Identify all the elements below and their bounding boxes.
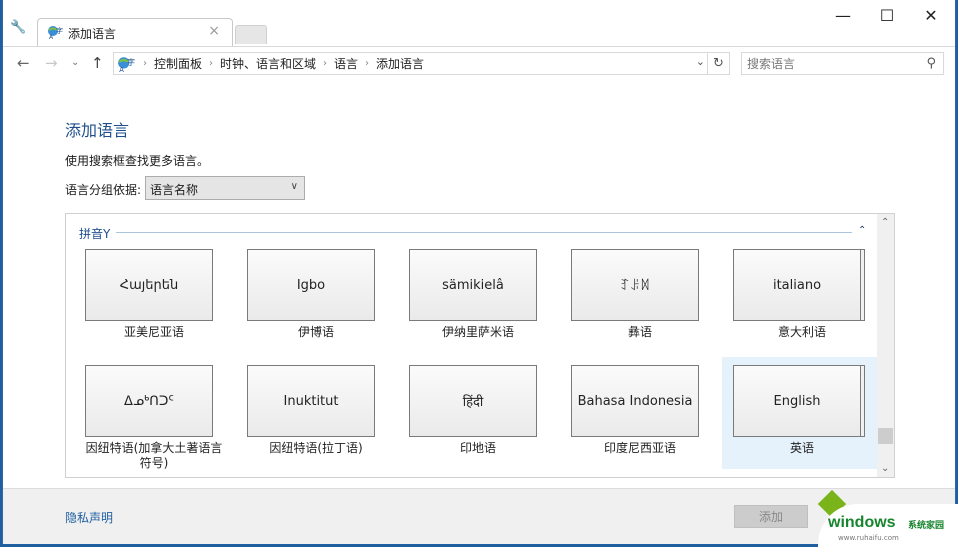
collapse-section-icon[interactable]: ⌃ [858, 225, 866, 236]
watermark-logo: windows 系统家园 www.ruhaifu.com [808, 489, 958, 547]
language-tile[interactable]: Bahasa Indonesia 印度尼西亚语 [566, 363, 728, 475]
language-native-name: Inuktitut [247, 365, 375, 437]
section-header: 拼音Y [79, 227, 111, 241]
language-tile[interactable]: Igbo 伊博语 [242, 247, 404, 359]
language-tile[interactable]: English 英语 [722, 357, 884, 469]
svg-text:A: A [119, 65, 124, 72]
language-native-name: sämikielâ [409, 249, 537, 321]
svg-text:字: 字 [127, 57, 135, 67]
language-name: 意大利语 [777, 325, 826, 339]
language-globe-icon: 字 A [48, 26, 63, 40]
tab-add-language[interactable]: 字 A 添加语言 × [37, 18, 233, 46]
language-tile[interactable]: Հայերեն 亚美尼亚语 [80, 247, 242, 359]
close-button[interactable]: ✕ [909, 0, 953, 30]
search-input[interactable] [747, 56, 917, 71]
group-by-value: 语言名称 [150, 183, 199, 197]
address-bar[interactable]: 字 A › 控制面板 › 时钟、语言和区域 › 语言 › 添加语言 ⌄ ↻ [113, 52, 730, 75]
group-by-dropdown[interactable]: 语言名称 ∨ [145, 176, 305, 200]
language-native-name: English [733, 365, 861, 437]
watermark-brand: windows [828, 514, 896, 531]
language-native-name: हिंदी [409, 365, 537, 437]
language-native-name: Հայերեն [85, 249, 213, 321]
add-button[interactable]: 添加 [734, 505, 808, 528]
breadcrumb-separator[interactable]: › [323, 58, 327, 69]
language-tile[interactable]: ꆈꌠꉙ 彝语 [566, 247, 728, 359]
language-name: 印地语 [459, 441, 496, 455]
scroll-down-icon[interactable]: ⌄ [881, 463, 889, 474]
language-tile[interactable]: हिंदी 印地语 [404, 363, 566, 475]
svg-text:字: 字 [56, 26, 63, 35]
control-panel-window: 🔧 字 A 添加语言 × — ☐ ✕ ← → ⌄ ↑ 字 A › 控制面板 › … [2, 0, 956, 544]
breadcrumb-separator[interactable]: › [365, 58, 369, 69]
language-name: 因纽特语(拉丁语) [269, 441, 363, 455]
navigation-bar: ← → ⌄ ↑ 字 A › 控制面板 › 时钟、语言和区域 › 语言 › 添加语… [3, 46, 955, 80]
language-native-name: Igbo [247, 249, 375, 321]
language-list: 拼音Y ⌃ Հայերեն 亚美尼亚语 Igbo 伊博语 sämikielâ 伊纳里萨米语… [65, 213, 895, 478]
breadcrumb-clock-language-region[interactable]: 时钟、语言和区域 [220, 55, 316, 72]
up-button[interactable]: ↑ [91, 54, 104, 72]
search-hint-text: 使用搜索框查找更多语言。 [65, 154, 210, 168]
maximize-button[interactable]: ☐ [865, 0, 909, 30]
group-by-label: 语言分组依据: [65, 183, 142, 197]
language-tile[interactable]: sämikielâ 伊纳里萨米语 [404, 247, 566, 359]
recent-locations-button[interactable]: ⌄ [71, 57, 79, 68]
language-native-name: ꆈꌠꉙ [571, 249, 699, 321]
language-native-name: Bahasa Indonesia [571, 365, 699, 437]
breadcrumb-language[interactable]: 语言 [334, 55, 358, 72]
search-icon[interactable]: ⚲ [926, 56, 936, 71]
scrollbar-thumb[interactable] [878, 428, 893, 444]
language-name: 彝语 [627, 325, 652, 339]
language-native-name: ᐃᓄᒃᑎᑐᑦ [85, 365, 213, 437]
search-box: ⚲ [741, 52, 944, 75]
breadcrumb-separator[interactable]: › [143, 58, 147, 69]
scroll-up-icon[interactable]: ⌃ [881, 217, 889, 228]
language-name: 伊纳里萨米语 [441, 325, 514, 339]
section-divider [116, 232, 852, 233]
address-dropdown-icon[interactable]: ⌄ [696, 55, 705, 68]
breadcrumb-control-panel[interactable]: 控制面板 [154, 55, 202, 72]
forward-button[interactable]: → [45, 54, 58, 72]
tab-close-icon[interactable]: × [208, 23, 220, 39]
language-name: 因纽特语(加拿大土著语言符号) [85, 441, 223, 470]
watermark-brand-cn: 系统家园 [908, 521, 945, 531]
language-tile[interactable]: italiano 意大利语 [728, 247, 890, 359]
language-tile[interactable]: ᐃᓄᒃᑎᑐᑦ 因纽特语(加拿大土著语言符号) [80, 363, 242, 475]
wrench-icon[interactable]: 🔧 [10, 20, 26, 36]
language-name: 英语 [789, 441, 814, 455]
main-content: 添加语言 使用搜索框查找更多语言。 语言分组依据: 语言名称 ∨ 拼音Y ⌃ Հ… [3, 80, 955, 488]
language-tile[interactable]: Inuktitut 因纽特语(拉丁语) [242, 363, 404, 475]
new-tab-button[interactable] [235, 25, 267, 44]
watermark-url: www.ruhaifu.com [838, 534, 899, 542]
tab-label: 添加语言 [68, 27, 117, 41]
language-native-name: italiano [733, 249, 861, 321]
breadcrumb-add-language[interactable]: 添加语言 [376, 55, 424, 72]
language-name: 亚美尼亚语 [123, 325, 184, 339]
language-name: 伊博语 [297, 325, 334, 339]
title-bar: 🔧 字 A 添加语言 × — ☐ ✕ [3, 0, 955, 46]
back-button[interactable]: ← [17, 54, 30, 72]
privacy-statement-link[interactable]: 隐私声明 [65, 509, 113, 526]
breadcrumb-separator[interactable]: › [209, 58, 213, 69]
minimize-button[interactable]: — [821, 0, 865, 30]
page-title: 添加语言 [65, 121, 130, 140]
language-globe-icon: 字 A [118, 57, 135, 73]
chevron-down-icon: ∨ [290, 181, 298, 192]
refresh-button[interactable]: ↻ [707, 53, 729, 74]
language-name: 印度尼西亚语 [603, 441, 676, 455]
scrollbar[interactable]: ⌃ ⌄ [877, 214, 894, 477]
